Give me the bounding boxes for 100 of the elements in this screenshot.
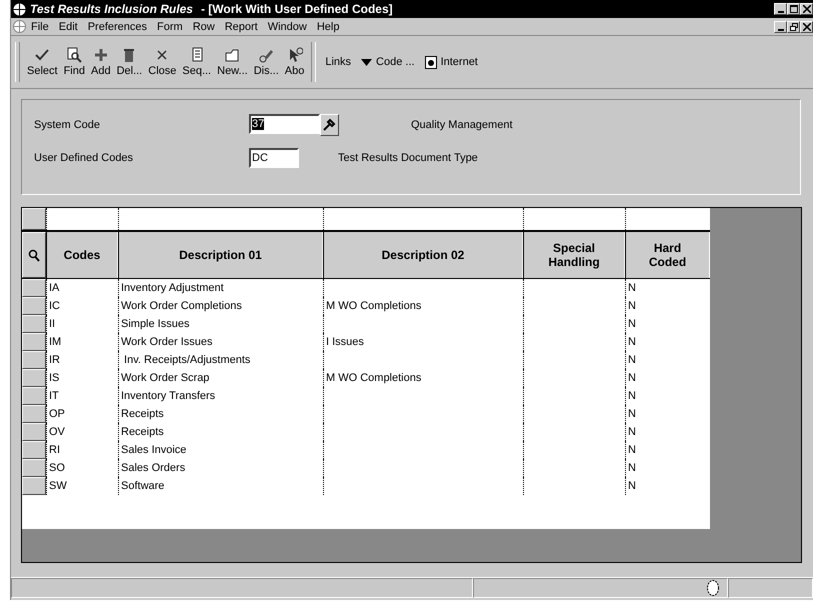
search-icon — [28, 248, 40, 262]
table-cell: N — [628, 300, 636, 312]
minimize-button[interactable] — [774, 3, 787, 15]
field-description: Test Results Document Type — [338, 152, 478, 164]
table-cell: Receipts — [121, 408, 164, 420]
menu-item[interactable]: Help — [312, 20, 344, 32]
toolbar-button[interactable]: Abo — [282, 47, 308, 77]
row-selector[interactable] — [22, 333, 46, 351]
table-cell: Work Order Completions — [121, 300, 242, 312]
input-field[interactable]: DC — [249, 148, 299, 168]
table-cell: SO — [49, 462, 65, 474]
column-header[interactable]: Description 01 — [118, 232, 323, 278]
globe-icon — [707, 580, 719, 596]
toolbar-button[interactable]: Seq... — [179, 47, 214, 77]
toolbar-button[interactable]: Dis... — [250, 47, 282, 77]
column-header[interactable]: Codes — [46, 232, 118, 278]
table-cell: Work Order Issues — [121, 336, 212, 348]
menu-item[interactable]: Preferences — [82, 20, 152, 32]
minimize-icon — [778, 28, 784, 30]
table-cell: IC — [49, 300, 60, 312]
row-selector[interactable] — [22, 387, 46, 405]
minimize-icon — [778, 11, 784, 13]
row-selector[interactable] — [22, 208, 46, 230]
table-cell: N — [628, 426, 636, 438]
close-button[interactable] — [800, 3, 813, 15]
key-icon — [258, 47, 274, 63]
toolbar-button[interactable]: Find — [60, 47, 88, 77]
toolbar-button[interactable]: Del... — [114, 47, 146, 77]
input-field[interactable]: 37 — [249, 114, 320, 134]
table-cell: IM — [49, 336, 62, 348]
column-header[interactable]: Description 02 — [323, 232, 523, 278]
page-icon — [424, 56, 437, 68]
table-cell: Inventory Adjustment — [121, 282, 224, 294]
row-selector[interactable] — [22, 423, 46, 441]
table-cell: N — [628, 336, 636, 348]
toolbar-link[interactable]: Code ... — [356, 56, 420, 68]
table-cell: M WO Completions — [326, 300, 422, 312]
globe-icon — [13, 20, 26, 33]
row-selector[interactable] — [22, 459, 46, 477]
table-cell: IS — [49, 372, 60, 384]
window-title: Test Results Inclusion Rules — [30, 2, 193, 16]
table-cell: N — [628, 480, 636, 492]
table-cell: N — [628, 462, 636, 474]
minimize-button[interactable] — [774, 20, 787, 32]
lookup-button[interactable] — [320, 114, 339, 136]
row-selector[interactable] — [22, 279, 46, 297]
toolbar-link[interactable]: Links — [320, 56, 356, 68]
toolbar-link[interactable]: Internet — [420, 56, 483, 68]
table-cell: N — [628, 444, 636, 456]
row-selector[interactable] — [22, 369, 46, 387]
toolbar-button[interactable]: Close — [145, 47, 180, 77]
table-cell: II — [49, 318, 56, 330]
caret-icon — [361, 58, 372, 66]
table-cell: I Issues — [326, 336, 364, 348]
table-cell: Work Order Scrap — [121, 372, 210, 384]
table-cell: M WO Completions — [326, 372, 422, 384]
search-icon — [66, 47, 82, 63]
menu-item[interactable]: Window — [262, 20, 312, 32]
table-cell: OP — [49, 408, 65, 420]
table-cell: IA — [49, 282, 60, 294]
row-selector[interactable] — [22, 441, 46, 459]
field-label: System Code — [34, 119, 102, 131]
toolbar-button[interactable]: Select — [24, 47, 61, 77]
table-cell: N — [628, 318, 636, 330]
toolbar-button[interactable]: Add — [88, 47, 114, 77]
row-selector[interactable] — [22, 297, 46, 315]
plus-icon — [92, 47, 109, 63]
restore-button[interactable] — [787, 20, 800, 32]
table-cell: Inventory Transfers — [121, 390, 216, 402]
menu-item[interactable]: Report — [220, 20, 263, 32]
table-cell-text: Inv. Receipts/Adjustments — [123, 354, 250, 366]
table-cell: Sales Invoice — [121, 444, 186, 456]
column-header[interactable]: Special Handling — [523, 232, 625, 278]
menu-item[interactable]: Row — [188, 20, 220, 32]
menu-item[interactable]: Form — [152, 20, 188, 32]
menu-item[interactable]: File — [26, 20, 54, 32]
field-label: User Defined Codes — [34, 152, 134, 164]
row-selector[interactable] — [22, 351, 46, 369]
row-selector[interactable] — [22, 405, 46, 423]
table-cell: N — [628, 354, 636, 366]
maximize-button[interactable] — [787, 3, 800, 15]
table-cell: N — [628, 408, 636, 420]
table-cell: OV — [49, 426, 65, 438]
close-button[interactable] — [800, 20, 813, 32]
row-selector[interactable] — [22, 315, 46, 333]
table-cell: Software — [121, 480, 164, 492]
table-cell: N — [628, 282, 636, 294]
table-cell: IR — [49, 354, 60, 366]
table-cell: N — [628, 390, 636, 402]
field-description: Quality Management — [411, 119, 512, 131]
check-icon — [34, 47, 50, 63]
toolbar-button[interactable]: New... — [214, 47, 251, 77]
table-cell: SW — [49, 480, 67, 492]
row-selector[interactable] — [22, 477, 46, 495]
column-header[interactable]: Hard Coded — [625, 232, 710, 278]
table-cell: IT — [49, 390, 59, 402]
table-cell: N — [628, 372, 636, 384]
window-subtitle: - [Work With User Defined Codes] — [200, 2, 393, 16]
table-cell: RI — [49, 444, 60, 456]
menu-item[interactable]: Edit — [54, 20, 83, 32]
